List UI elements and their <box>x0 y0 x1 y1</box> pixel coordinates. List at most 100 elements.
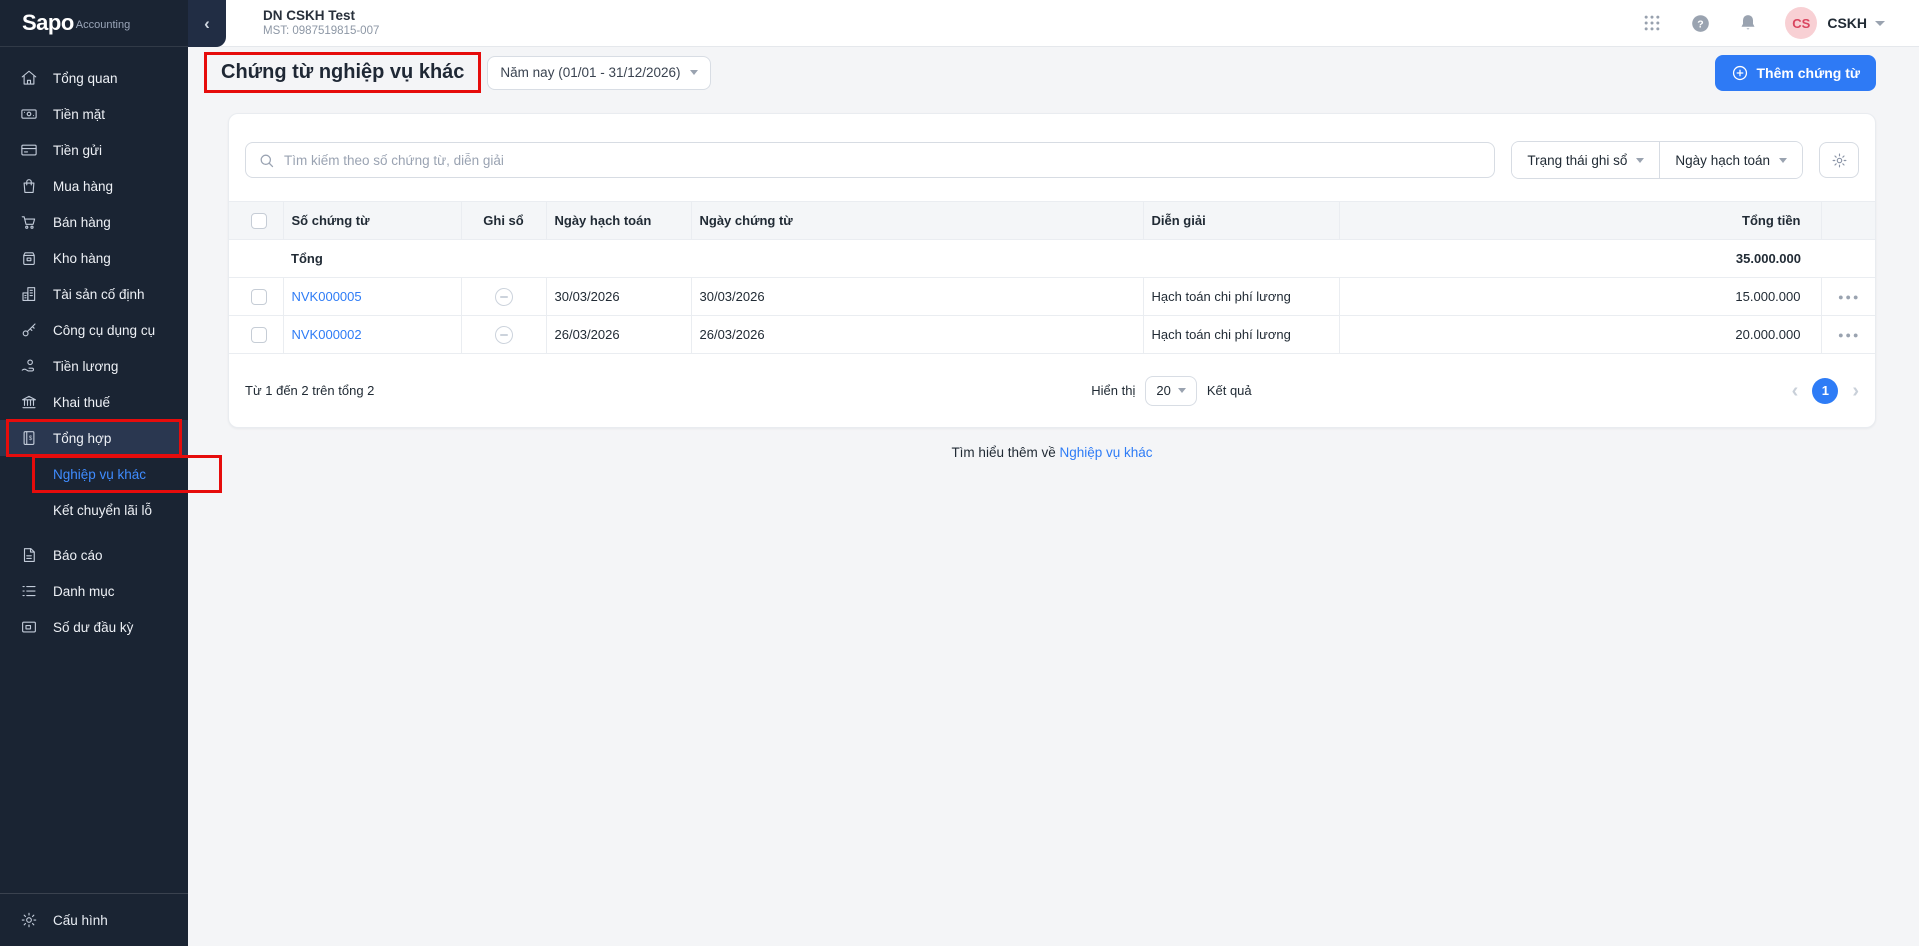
company-info: DN CSKH Test MST: 0987519815-007 <box>263 8 379 38</box>
sidebar-item-tai-san-co-dinh[interactable]: Tài sản cố định <box>0 276 188 312</box>
sidebar-subitem-label: Kết chuyển lãi lỗ <box>53 502 153 518</box>
document-link[interactable]: NVK000005 <box>292 289 362 304</box>
column-header-total: Tổng tiền <box>1338 201 1821 240</box>
chevron-down-icon <box>1875 20 1885 26</box>
logo-suffix: Accounting <box>75 19 131 31</box>
sapo-logo: Sapo Accounting <box>0 0 188 47</box>
list-icon <box>22 585 36 597</box>
next-page-button[interactable]: › <box>1852 381 1859 401</box>
table-toolbar: Trạng thái ghi sổ Ngày hạch toán <box>229 114 1875 201</box>
row-actions-button[interactable]: ●●● <box>1820 315 1875 354</box>
amount-cell: 15.000.000 <box>1338 277 1821 316</box>
svg-text:?: ? <box>1697 18 1703 30</box>
app-window: Sapo Accounting Tổng quan Tiền mặt Tiền … <box>0 0 1919 946</box>
chevron-down-icon <box>689 70 698 75</box>
doc-date-cell: 30/03/2026 <box>690 277 1143 316</box>
chevron-down-icon <box>1636 157 1645 163</box>
date-range-value: Năm nay (01/01 - 31/12/2026) <box>500 65 681 80</box>
select-all-checkbox[interactable] <box>251 212 267 229</box>
sidebar-item-kho-hang[interactable]: Kho hàng <box>0 240 188 276</box>
sidebar-item-label: Kho hàng <box>53 250 111 266</box>
add-document-label: Thêm chứng từ <box>1756 64 1861 81</box>
company-tax-code: MST: 0987519815-007 <box>263 25 380 37</box>
chevron-left-icon: ‹ <box>204 13 210 33</box>
sidebar-item-tien-gui[interactable]: Tiền gửi <box>0 132 188 168</box>
key-icon <box>22 323 36 337</box>
sidebar-item-label: Mua hàng <box>53 178 114 194</box>
amount-cell: 20.000.000 <box>1338 315 1821 354</box>
sidebar-collapse-button[interactable]: ‹ <box>188 0 226 47</box>
results-label: Kết quả <box>1206 383 1252 398</box>
svg-text:$: $ <box>29 436 33 442</box>
sidebar-item-tong-hop[interactable]: $ Tổng hợp <box>0 419 188 457</box>
sidebar-item-label: Tài sản cố định <box>53 286 145 302</box>
bank-card-icon <box>21 144 37 156</box>
sidebar-subitem-nghiep-vu-khac[interactable]: Nghiệp vụ khác <box>0 455 222 493</box>
pagination-summary: Từ 1 đến 2 trên tổng 2 <box>245 383 375 398</box>
add-document-button[interactable]: Thêm chứng từ <box>1714 54 1876 91</box>
learn-more-row: Tìm hiểu thêm về Nghiệp vụ khác <box>228 445 1876 460</box>
company-name: DN CSKH Test <box>263 8 356 23</box>
page-size-select[interactable]: 20 <box>1145 375 1197 406</box>
pager: ‹ 1 › <box>1792 377 1859 404</box>
sidebar-item-bao-cao[interactable]: Báo cáo <box>0 537 188 573</box>
table-settings-button[interactable] <box>1819 142 1859 178</box>
total-row: Tổng 35.000.000 <box>229 239 1875 278</box>
row-actions-button[interactable]: ●●● <box>1820 277 1875 316</box>
sidebar: Sapo Accounting Tổng quan Tiền mặt Tiền … <box>0 0 222 946</box>
date-range-dropdown[interactable]: Năm nay (01/01 - 31/12/2026) <box>487 55 711 90</box>
posting-date-cell: 26/03/2026 <box>545 315 691 354</box>
column-header-description: Diễn giải <box>1142 201 1339 240</box>
bell-icon[interactable] <box>1737 12 1759 34</box>
previous-page-button[interactable]: ‹ <box>1792 381 1799 401</box>
shopping-bag-icon <box>23 179 35 193</box>
topbar-actions: ? CS CSKH <box>1641 7 1885 39</box>
row-checkbox[interactable] <box>251 326 267 343</box>
tax-bank-icon <box>22 395 36 409</box>
table-header-row: Số chứng từ Ghi sổ Ngày hạch toán Ngày c… <box>229 201 1875 240</box>
description-cell: Hạch toán chi phí lương <box>1142 277 1339 316</box>
sidebar-item-label: Tổng hợp <box>53 430 112 446</box>
logo-brand: Sapo <box>22 10 74 35</box>
filter-label: Trạng thái ghi sổ <box>1527 152 1628 168</box>
sidebar-item-tien-mat[interactable]: Tiền mặt <box>0 96 188 132</box>
gear-icon <box>1832 153 1846 167</box>
sidebar-item-label: Tiền mặt <box>53 106 106 122</box>
learn-more-link[interactable]: Nghiệp vụ khác <box>1059 445 1152 460</box>
user-menu[interactable]: CS CSKH <box>1785 7 1885 39</box>
circle-minus-icon <box>494 325 513 344</box>
document-link[interactable]: NVK000002 <box>292 327 362 342</box>
help-icon[interactable]: ? <box>1689 12 1711 34</box>
sidebar-item-label: Báo cáo <box>53 547 103 563</box>
page-size-control: Hiển thị 20 Kết quả <box>1091 375 1252 406</box>
sidebar-item-label: Khai thuế <box>53 394 111 410</box>
current-page-button[interactable]: 1 <box>1812 377 1839 404</box>
cart-icon <box>21 216 36 229</box>
sidebar-item-danh-muc[interactable]: Danh mục <box>0 573 188 609</box>
wallet-icon <box>22 621 36 633</box>
page-title: Chứng từ nghiệp vụ khác <box>221 61 465 83</box>
sidebar-item-khai-thue[interactable]: Khai thuế <box>0 384 188 420</box>
total-label: Tổng <box>283 239 461 278</box>
sidebar-item-cau-hinh[interactable]: Cấu hình <box>0 894 188 946</box>
sidebar-item-cong-cu-dung-cu[interactable]: Công cụ dụng cụ <box>0 312 188 348</box>
building-icon <box>22 287 36 301</box>
sidebar-item-mua-hang[interactable]: Mua hàng <box>0 168 188 204</box>
sidebar-subitem-ket-chuyen-lai-lo[interactable]: Kết chuyển lãi lỗ <box>0 492 188 528</box>
sidebar-item-tien-luong[interactable]: Tiền lương <box>0 348 188 384</box>
sidebar-item-so-du-dau-ky[interactable]: Số dư đầu kỳ <box>0 609 188 645</box>
apps-grid-icon[interactable] <box>1641 12 1663 34</box>
sidebar-item-tong-quan[interactable]: Tổng quan <box>0 60 188 96</box>
filter-posting-status[interactable]: Trạng thái ghi sổ <box>1512 142 1660 178</box>
sidebar-item-label: Công cụ dụng cụ <box>53 322 156 338</box>
row-checkbox[interactable] <box>251 288 267 305</box>
sidebar-item-ban-hang[interactable]: Bán hàng <box>0 204 188 240</box>
report-icon <box>23 548 35 562</box>
sidebar-item-label: Số dư đầu kỳ <box>53 619 134 635</box>
payroll-icon <box>21 359 34 372</box>
search-input[interactable] <box>284 152 1483 168</box>
filter-posting-date[interactable]: Ngày hạch toán <box>1659 142 1802 178</box>
avatar: CS <box>1785 7 1818 39</box>
title-row: Chứng từ nghiệp vụ khác Năm nay (01/01 -… <box>204 52 1876 93</box>
learn-more-text: Tìm hiểu thêm về <box>951 445 1060 460</box>
